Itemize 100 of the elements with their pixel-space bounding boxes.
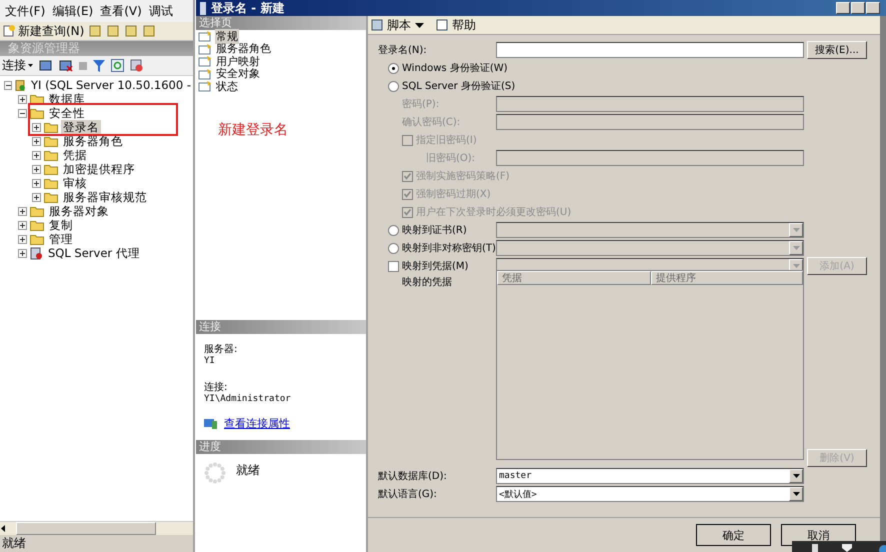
checkbox-label: 用户在下次登录时必须更改密码(U) bbox=[416, 206, 572, 219]
tree-item[interactable]: 复制 bbox=[47, 218, 75, 232]
expander-icon[interactable] bbox=[18, 248, 27, 258]
section-header: 连接 bbox=[196, 320, 366, 334]
menu-item[interactable]: 查看(V) bbox=[99, 2, 143, 20]
server-name: YI bbox=[204, 356, 216, 366]
expander-icon[interactable] bbox=[18, 220, 27, 230]
tree-item[interactable]: 安全性 bbox=[47, 106, 87, 120]
progress-status: 就绪 bbox=[236, 462, 260, 479]
expander-icon[interactable] bbox=[18, 94, 27, 104]
radio-button[interactable] bbox=[388, 80, 399, 92]
folder-icon bbox=[30, 205, 44, 217]
dropdown-icon[interactable] bbox=[789, 469, 803, 483]
field-label: 默认数据库(D): bbox=[378, 470, 447, 483]
scroll-left-icon[interactable] bbox=[0, 523, 7, 534]
page-item[interactable]: 常规 bbox=[215, 28, 239, 44]
column-header[interactable]: 凭据 bbox=[497, 271, 651, 285]
grid-label: 映射的凭据 bbox=[402, 276, 452, 289]
folder-icon bbox=[30, 219, 44, 231]
input-field[interactable] bbox=[496, 42, 804, 58]
expander-icon[interactable] bbox=[18, 108, 27, 118]
radio-label: 映射到证书(R) bbox=[402, 224, 467, 237]
status-text: 就绪 bbox=[0, 535, 193, 552]
tree-item[interactable]: SQL Server 代理 bbox=[46, 246, 142, 260]
radio-label: 映射到非对称密钥(T) bbox=[402, 242, 496, 255]
field-label: 确认密码(C): bbox=[402, 116, 460, 129]
expander-icon[interactable] bbox=[18, 206, 27, 216]
checkbox-label: 指定旧密码(I) bbox=[416, 134, 477, 147]
combo-box[interactable]: master bbox=[496, 468, 804, 484]
tree-item[interactable]: YI (SQL Server 10.50.1600 - bbox=[29, 78, 193, 92]
toolbar-icon[interactable] bbox=[124, 24, 138, 38]
caret-icon bbox=[28, 64, 33, 67]
checkbox-label: 强制实施密码策略(F) bbox=[416, 170, 510, 183]
connect-button[interactable]: 连接 bbox=[2, 57, 33, 74]
page-item[interactable]: 状态 bbox=[215, 78, 239, 94]
annotation-text: 新建登录名 bbox=[218, 121, 288, 139]
column-header[interactable]: 提供程序 bbox=[651, 271, 803, 285]
refresh-icon[interactable] bbox=[111, 59, 124, 72]
folder-icon bbox=[44, 191, 58, 203]
combo-box[interactable] bbox=[496, 222, 804, 238]
activity-icon[interactable] bbox=[130, 59, 143, 72]
radio-button[interactable] bbox=[388, 224, 399, 236]
checkbox[interactable] bbox=[388, 260, 399, 272]
combo-box[interactable] bbox=[496, 240, 804, 256]
tree-item[interactable]: 加密提供程序 bbox=[61, 162, 137, 176]
menu-item[interactable]: 调试 bbox=[148, 2, 174, 20]
search-button[interactable]: 搜索(E)... bbox=[807, 41, 867, 59]
radio-button[interactable] bbox=[388, 62, 399, 74]
page-item[interactable]: 服务器角色 bbox=[215, 41, 272, 56]
tree-item[interactable]: 登录名 bbox=[61, 120, 101, 134]
field-label: 登录名(N): bbox=[378, 44, 427, 57]
field-label: 旧密码(O): bbox=[426, 152, 476, 165]
new-query-icon bbox=[2, 24, 16, 38]
tree-item[interactable]: 审核 bbox=[61, 176, 89, 190]
dropdown-icon[interactable] bbox=[789, 487, 803, 501]
toolbar-icon[interactable] bbox=[142, 24, 156, 38]
folder-icon bbox=[30, 233, 44, 245]
expander-icon[interactable] bbox=[4, 80, 12, 90]
expander-icon[interactable] bbox=[32, 192, 41, 202]
folder-icon bbox=[44, 163, 58, 175]
help-button[interactable]: 帮助 bbox=[452, 16, 476, 34]
menu-item[interactable]: 文件(F) bbox=[4, 2, 46, 20]
dialog-button[interactable]: 确定 bbox=[696, 524, 771, 546]
connection-properties-link[interactable]: 查看连接属性 bbox=[224, 416, 290, 431]
expander-icon[interactable] bbox=[32, 122, 41, 132]
toolbar-icon[interactable] bbox=[106, 24, 120, 38]
page-item[interactable]: 用户映射 bbox=[215, 54, 261, 69]
server-icon bbox=[15, 78, 26, 92]
tree-item[interactable]: 服务器审核规范 bbox=[61, 190, 149, 204]
expander-icon[interactable] bbox=[32, 136, 41, 146]
tree-item[interactable]: 服务器角色 bbox=[61, 134, 125, 148]
minimize-button[interactable] bbox=[836, 2, 850, 14]
folder-icon bbox=[44, 177, 58, 189]
radio-button[interactable] bbox=[388, 242, 399, 254]
maximize-button[interactable] bbox=[851, 2, 865, 14]
spinner-icon bbox=[204, 462, 226, 484]
page-item[interactable]: 安全对象 bbox=[215, 66, 261, 82]
scrollbar[interactable] bbox=[0, 521, 193, 535]
folder-icon bbox=[44, 149, 58, 161]
field-label: 默认语言(G): bbox=[378, 488, 437, 501]
script-button[interactable]: 脚本 bbox=[387, 16, 411, 34]
disconnect-icon[interactable] bbox=[59, 60, 73, 72]
expander-icon[interactable] bbox=[32, 178, 41, 188]
expander-icon[interactable] bbox=[32, 150, 41, 160]
menu-item[interactable]: 编辑(E) bbox=[51, 2, 94, 20]
radio-label: SQL Server 身份验证(S) bbox=[402, 80, 516, 93]
toolbar-icon[interactable] bbox=[88, 24, 102, 38]
combo-box[interactable]: <默认值> bbox=[496, 486, 804, 502]
filter-icon[interactable] bbox=[93, 60, 105, 72]
folder-icon bbox=[44, 135, 58, 147]
expander-icon[interactable] bbox=[18, 234, 27, 244]
caret-icon[interactable] bbox=[415, 22, 424, 28]
tree-item[interactable]: 凭据 bbox=[61, 148, 89, 162]
expander-icon[interactable] bbox=[32, 164, 41, 174]
tree-item[interactable]: 服务器对象 bbox=[47, 204, 111, 218]
checkbox-label: 映射到凭据(M) bbox=[402, 260, 468, 273]
tree-item[interactable]: 管理 bbox=[47, 232, 75, 246]
close-button[interactable] bbox=[866, 2, 880, 14]
connect-icon[interactable] bbox=[39, 60, 53, 72]
section-header: 选择页 bbox=[196, 16, 366, 30]
